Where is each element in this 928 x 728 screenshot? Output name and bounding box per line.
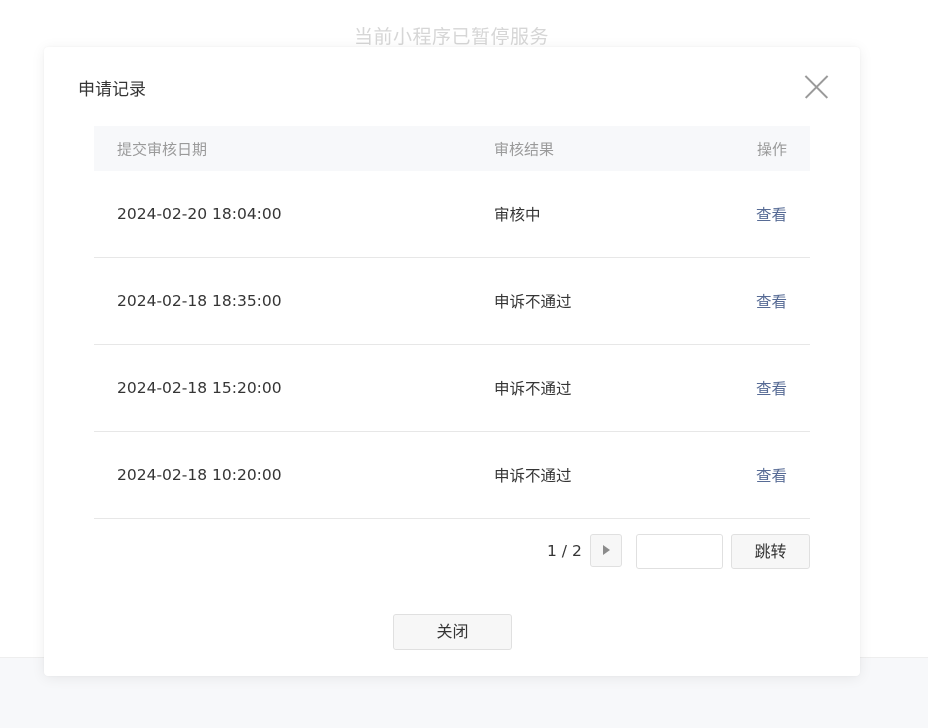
close-icon[interactable] (801, 72, 831, 102)
jump-button[interactable]: 跳转 (731, 534, 810, 569)
row-result: 申诉不通过 (494, 467, 572, 485)
dialog-title: 申请记录 (78, 80, 146, 100)
row-date: 2024-02-18 10:20:00 (117, 466, 282, 484)
table-row: 2024-02-18 10:20:00 申诉不通过 查看 (94, 432, 810, 519)
application-records-dialog: 申请记录 提交审核日期 审核结果 操作 2024-02-20 18:04:00 … (44, 47, 860, 676)
view-link[interactable]: 查看 (756, 290, 787, 312)
header-review-result: 审核结果 (494, 140, 555, 158)
table-row: 2024-02-20 18:04:00 审核中 查看 (94, 171, 810, 258)
row-result: 申诉不通过 (494, 293, 572, 311)
row-date: 2024-02-20 18:04:00 (117, 205, 282, 223)
view-link[interactable]: 查看 (756, 203, 787, 225)
table-header: 提交审核日期 审核结果 操作 (94, 126, 810, 171)
close-button[interactable]: 关闭 (393, 614, 512, 650)
page-indicator: 1 / 2 (547, 542, 582, 560)
background-page-title: 当前小程序已暂停服务 (353, 26, 549, 48)
table-row: 2024-02-18 18:35:00 申诉不通过 查看 (94, 258, 810, 345)
row-date: 2024-02-18 18:35:00 (117, 292, 282, 310)
view-link[interactable]: 查看 (756, 464, 787, 486)
row-date: 2024-02-18 15:20:00 (117, 379, 282, 397)
records-table: 提交审核日期 审核结果 操作 2024-02-20 18:04:00 审核中 查… (94, 126, 810, 519)
row-result: 申诉不通过 (494, 380, 572, 398)
header-submit-date: 提交审核日期 (117, 140, 208, 158)
view-link[interactable]: 查看 (756, 377, 787, 399)
page-number-input[interactable] (636, 534, 723, 569)
header-action: 操作 (756, 140, 787, 158)
row-result: 审核中 (494, 206, 541, 224)
table-row: 2024-02-18 15:20:00 申诉不通过 查看 (94, 345, 810, 432)
caret-right-icon[interactable] (590, 534, 622, 567)
